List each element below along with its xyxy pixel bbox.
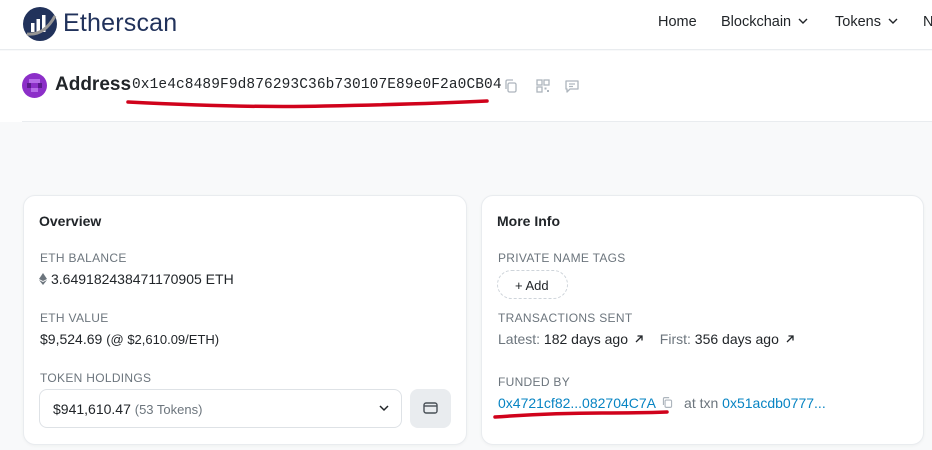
token-holdings-text: $941,610.47 (53 Tokens) [53,401,202,417]
avatar [22,73,47,98]
wallet-button[interactable] [410,389,451,428]
add-tag-button[interactable]: + Add [497,270,568,299]
first-label: First: [659,331,691,347]
address-label: Address [55,74,132,95]
nav-more[interactable]: N [923,14,932,30]
nav-blockchain-label: Blockchain [721,14,792,30]
external-arrow-icon[interactable] [785,334,795,344]
first-value[interactable]: 356 days ago [695,331,779,347]
chevron-down-icon [888,18,898,24]
eth-value-amount: $9,524.69 [40,331,103,347]
nav-tokens[interactable]: Tokens [835,14,898,30]
token-holdings-value: $941,610.47 [53,401,131,417]
eth-value-label: ETH VALUE [40,311,109,325]
chevron-down-icon [379,405,389,412]
ethereum-icon [39,273,47,285]
brand-name[interactable]: Etherscan [63,9,177,38]
funded-by-address[interactable]: 0x4721cf82...082704C7A [498,395,655,411]
nav-home[interactable]: Home [658,14,697,30]
funded-by-label: FUNDED BY [498,375,571,389]
add-tag-label: + Add [515,278,549,293]
eth-balance: 3.649182438471170905 ETH [39,271,234,287]
token-holdings-label: TOKEN HOLDINGS [40,371,152,385]
copy-icon[interactable] [661,396,674,409]
transactions-sent-label: TRANSACTIONS SENT [498,311,633,325]
top-navbar: Etherscan Home Blockchain Tokens N [0,0,932,50]
overview-card: Overview ETH BALANCE 3.64918243847117090… [23,195,467,445]
external-arrow-icon[interactable] [634,334,644,344]
funded-by: 0x4721cf82...082704C7A at txn 0x51acdb07… [498,395,826,411]
divider [22,121,932,122]
token-count: (53 Tokens) [134,402,203,417]
eth-price: (@ $2,610.09/ETH) [106,332,220,347]
eth-balance-value: 3.649182438471170905 ETH [51,271,234,287]
private-name-tags-label: PRIVATE NAME TAGS [498,251,626,265]
chevron-down-icon [798,18,808,24]
at-txn-label: at txn [684,395,719,411]
nav-blockchain[interactable]: Blockchain [721,14,808,30]
more-info-title: More Info [497,213,560,229]
wallet-icon [423,402,438,414]
latest-value[interactable]: 182 days ago [544,331,628,347]
eth-value: $9,524.69 (@ $2,610.09/ETH) [40,331,219,347]
more-info-card: More Info PRIVATE NAME TAGS + Add TRANSA… [481,195,924,445]
funded-txn-hash[interactable]: 0x51acdb0777... [722,395,826,411]
comment-icon[interactable] [564,78,580,94]
transactions-sent: Latest: 182 days ago First: 356 days ago [498,331,795,347]
copy-icon[interactable] [503,78,519,94]
latest-label: Latest: [498,331,541,347]
overview-title: Overview [39,213,102,229]
eth-balance-label: ETH BALANCE [40,251,127,265]
qr-code-icon[interactable] [535,78,551,94]
token-holdings-dropdown[interactable]: $941,610.47 (53 Tokens) [39,389,402,428]
nav-tokens-label: Tokens [835,14,881,30]
address-header: Address 0x1e4c8489F9d876293C36b730107E89… [0,51,932,122]
etherscan-logo[interactable] [22,6,58,42]
address-hash[interactable]: 0x1e4c8489F9d876293C36b730107E89e0F2a0CB… [132,77,502,93]
